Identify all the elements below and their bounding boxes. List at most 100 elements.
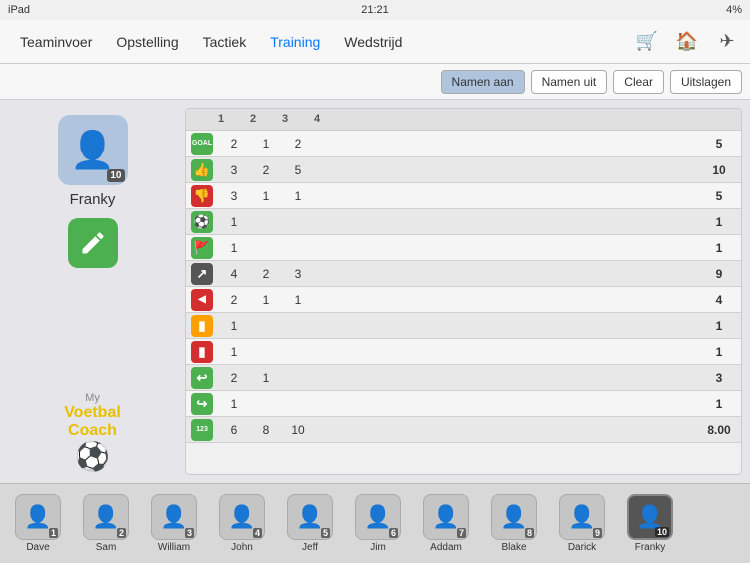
strip-player-1[interactable]: 👤 1 Dave <box>6 494 70 553</box>
edit-icon <box>79 229 107 257</box>
row-val-5-1: 2 <box>250 267 282 281</box>
strip-number-8: 8 <box>525 528 534 538</box>
strip-person-icon: 👤 <box>364 504 391 530</box>
col-2-header: 2 <box>250 109 282 131</box>
row-icon-4: 🚩 <box>186 235 218 261</box>
status-bar: iPad 21:21 4% <box>0 0 750 20</box>
clear-button[interactable]: Clear <box>613 70 664 94</box>
strip-avatar-3: 👤 3 <box>151 494 197 540</box>
strip-person-icon: 👤 <box>296 504 323 530</box>
row-icon-1: 👍 <box>186 157 218 183</box>
row-icon-0: GOAL <box>186 131 218 157</box>
strip-number-3: 3 <box>185 528 194 538</box>
row-val-5-2: 3 <box>282 267 314 281</box>
row-val-2-1: 1 <box>250 189 282 203</box>
logo-area: My Voetbal Coach ⚽ <box>64 392 121 473</box>
strip-player-10[interactable]: 👤 10 Franky <box>618 494 682 553</box>
home-icon[interactable]: 🏠 <box>672 27 702 57</box>
strip-name-5: Jeff <box>302 542 318 553</box>
soccer-ball-icon: ⚽ <box>64 440 121 473</box>
stats-row[interactable]: 🚩 11 <box>186 235 741 261</box>
player-number-badge: 10 <box>107 169 124 182</box>
strip-name-7: Addam <box>430 542 462 553</box>
row-icon-11: 123 <box>186 417 218 443</box>
namen-aan-button[interactable]: Namen aan <box>441 70 525 94</box>
strip-player-9[interactable]: 👤 9 Darick <box>550 494 614 553</box>
stats-row[interactable]: ↩ 213 <box>186 365 741 391</box>
strip-avatar-8: 👤 8 <box>491 494 537 540</box>
strip-avatar-5: 👤 5 <box>287 494 333 540</box>
row-icon-7: ▮ <box>186 313 218 339</box>
strip-name-6: Jim <box>370 542 386 553</box>
strip-person-icon: 👤 <box>92 504 119 530</box>
strip-name-9: Darick <box>568 542 596 553</box>
row-val-9-1: 1 <box>250 371 282 385</box>
strip-player-6[interactable]: 👤 6 Jim <box>346 494 410 553</box>
share-icon[interactable]: ✈ <box>712 27 742 57</box>
player-name: Franky <box>70 191 116 208</box>
row-total-11: 8.00 <box>701 423 741 437</box>
stats-row[interactable]: ↪ 11 <box>186 391 741 417</box>
row-total-0: 5 <box>701 137 741 151</box>
strip-person-icon: 👤 <box>160 504 187 530</box>
strip-number-9: 9 <box>593 528 602 538</box>
strip-avatar-7: 👤 7 <box>423 494 469 540</box>
col-1-header: 1 <box>218 109 250 131</box>
strip-avatar-4: 👤 4 <box>219 494 265 540</box>
stats-row[interactable]: 👍 32510 <box>186 157 741 183</box>
row-total-10: 1 <box>701 397 741 411</box>
nav-teaminvoer[interactable]: Teaminvoer <box>8 20 104 63</box>
strip-player-2[interactable]: 👤 2 Sam <box>74 494 138 553</box>
strip-name-1: Dave <box>26 542 49 553</box>
strip-name-2: Sam <box>96 542 117 553</box>
nav-training[interactable]: Training <box>258 20 332 63</box>
row-val-7-0: 1 <box>218 319 250 333</box>
row-val-0-1: 1 <box>250 137 282 151</box>
nav-tactiek[interactable]: Tactiek <box>191 20 259 63</box>
stats-row[interactable]: ▮ 11 <box>186 339 741 365</box>
strip-number-6: 6 <box>389 528 398 538</box>
namen-uit-button[interactable]: Namen uit <box>531 70 608 94</box>
strip-number-5: 5 <box>321 528 330 538</box>
player-avatar: 👤 10 <box>58 115 128 185</box>
stats-row[interactable]: GOAL 2125 <box>186 131 741 157</box>
stats-header: 1 2 3 4 <box>186 109 741 131</box>
stats-row[interactable]: ◀ 2114 <box>186 287 741 313</box>
strip-number-4: 4 <box>253 528 262 538</box>
row-total-2: 5 <box>701 189 741 203</box>
row-total-5: 9 <box>701 267 741 281</box>
strip-player-4[interactable]: 👤 4 John <box>210 494 274 553</box>
strip-avatar-9: 👤 9 <box>559 494 605 540</box>
row-icon-2: 👎 <box>186 183 218 209</box>
strip-number-2: 2 <box>117 528 126 538</box>
strip-person-icon: 👤 <box>568 504 595 530</box>
row-icon-5: ↗ <box>186 261 218 287</box>
stats-row[interactable]: 123 68108.00 <box>186 417 741 443</box>
logo-coach: Coach <box>64 422 121 440</box>
strip-person-icon: 👤 <box>500 504 527 530</box>
uitslagen-button[interactable]: Uitslagen <box>670 70 742 94</box>
strip-name-4: John <box>231 542 253 553</box>
strip-avatar-10: 👤 10 <box>627 494 673 540</box>
nav-wedstrijd[interactable]: Wedstrijd <box>332 20 414 63</box>
stats-row[interactable]: 👎 3115 <box>186 183 741 209</box>
row-val-4-0: 1 <box>218 241 250 255</box>
row-icon-10: ↪ <box>186 391 218 417</box>
row-total-8: 1 <box>701 345 741 359</box>
row-total-9: 3 <box>701 371 741 385</box>
row-icon-3: ⚽ <box>186 209 218 235</box>
row-val-6-1: 1 <box>250 293 282 307</box>
strip-name-3: William <box>158 542 190 553</box>
row-val-11-0: 6 <box>218 423 250 437</box>
strip-player-7[interactable]: 👤 7 Addam <box>414 494 478 553</box>
stats-row[interactable]: ▮ 11 <box>186 313 741 339</box>
stats-row[interactable]: ⚽ 11 <box>186 209 741 235</box>
stats-row[interactable]: ↗ 4239 <box>186 261 741 287</box>
edit-player-button[interactable] <box>68 218 118 268</box>
cart-icon[interactable]: 🛒 <box>632 27 662 57</box>
strip-player-5[interactable]: 👤 5 Jeff <box>278 494 342 553</box>
strip-player-3[interactable]: 👤 3 William <box>142 494 206 553</box>
time-label: 21:21 <box>361 4 389 16</box>
nav-opstelling[interactable]: Opstelling <box>104 20 190 63</box>
strip-player-8[interactable]: 👤 8 Blake <box>482 494 546 553</box>
